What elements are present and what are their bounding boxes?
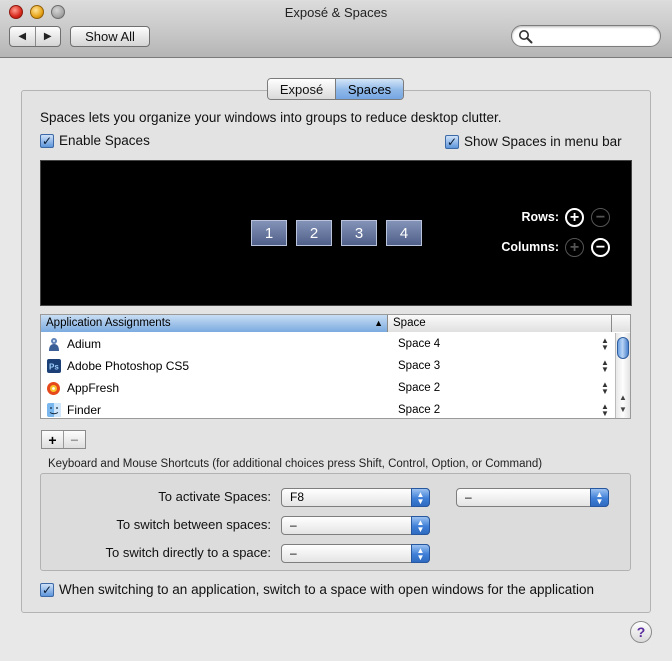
space-value[interactable]: Space 2 — [388, 404, 598, 416]
help-button[interactable]: ? — [630, 621, 652, 643]
checkmark-icon: ✓ — [40, 133, 54, 148]
updown-arrows-icon[interactable]: ▲ ▼ — [598, 403, 612, 418]
column-header-space[interactable]: Space — [388, 315, 612, 332]
popup-value: – — [290, 518, 297, 532]
column-header-application-label: Application Assignments — [46, 317, 171, 329]
popup-value: – — [290, 546, 297, 560]
photoshop-icon: Ps — [46, 359, 61, 374]
search-input[interactable] — [536, 28, 654, 44]
popup-value: – — [465, 490, 472, 504]
spaces-preview: 1 2 3 4 Rows: + − Columns: + − — [40, 160, 632, 306]
enable-spaces-label: Enable Spaces — [59, 133, 150, 148]
app-name: Finder — [67, 403, 102, 417]
tab-spaces[interactable]: Spaces — [336, 79, 403, 99]
app-name: AppFresh — [67, 381, 120, 395]
adium-icon — [46, 337, 61, 352]
activate-spaces-key-popup[interactable]: F8 ▲ ▼ — [281, 488, 430, 507]
scroll-up-arrow-icon[interactable]: ▲ — [616, 393, 630, 402]
back-button[interactable]: ◀ — [10, 27, 35, 46]
space-tile[interactable]: 4 — [386, 220, 422, 246]
popup-value: F8 — [290, 490, 305, 504]
show-in-menu-bar-checkbox[interactable]: ✓ Show Spaces in menu bar — [445, 134, 622, 149]
sort-ascending-icon: ▲ — [374, 318, 383, 328]
switch-between-popup[interactable]: – ▲ ▼ — [281, 516, 430, 535]
add-assignment-button[interactable]: + — [42, 431, 63, 448]
updown-arrows-icon[interactable]: ▲ ▼ — [598, 337, 612, 352]
switch-directly-popup[interactable]: – ▲ ▼ — [281, 544, 430, 563]
show-in-menu-bar-label: Show Spaces in menu bar — [464, 134, 622, 149]
finder-icon — [46, 403, 61, 418]
activate-spaces-mouse-popup[interactable]: – ▲ ▼ — [456, 488, 609, 507]
table-row[interactable]: AppFresh Space 2 ▲ ▼ — [41, 377, 615, 399]
app-cell: Finder — [41, 403, 388, 418]
switch-to-space-label: When switching to an application, switch… — [59, 582, 595, 597]
table-header: Application Assignments ▲ Space — [41, 315, 630, 332]
space-tile[interactable]: 3 — [341, 220, 377, 246]
columns-label: Columns: — [501, 240, 559, 254]
app-cell: Ps Adobe Photoshop CS5 — [41, 359, 388, 374]
updown-arrows-icon[interactable]: ▲ ▼ — [598, 381, 612, 396]
remove-row-button[interactable]: − — [591, 208, 610, 227]
scroll-down-arrow-icon[interactable]: ▼ — [616, 405, 630, 414]
history-nav: ◀ ▶ — [9, 26, 61, 47]
space-tile[interactable]: 1 — [251, 220, 287, 246]
popup-arrows-icon: ▲ ▼ — [411, 516, 430, 535]
space-value[interactable]: Space 2 — [388, 382, 598, 394]
search-field[interactable] — [511, 25, 661, 47]
app-cell: Adium — [41, 337, 388, 352]
show-all-button[interactable]: Show All — [70, 26, 150, 47]
title-bar: Exposé & Spaces ◀ ▶ Show All — [0, 0, 672, 58]
table-row[interactable]: Adium Space 4 ▲ ▼ — [41, 333, 615, 355]
description-text: Spaces lets you organize your windows in… — [40, 110, 502, 125]
table-row[interactable]: Finder Space 2 ▲ ▼ — [41, 399, 615, 418]
updown-arrows-icon[interactable]: ▲ ▼ — [598, 359, 612, 374]
app-name: Adium — [67, 337, 102, 351]
enable-spaces-checkbox[interactable]: ✓ Enable Spaces — [40, 133, 150, 148]
checkmark-icon: ✓ — [40, 582, 54, 597]
checkmark-icon: ✓ — [445, 134, 459, 149]
search-icon — [519, 30, 533, 44]
remove-assignment-button[interactable]: − — [63, 431, 85, 448]
space-tile[interactable]: 2 — [296, 220, 332, 246]
scrollbar-thumb[interactable] — [617, 337, 629, 359]
tab-bar: Exposé Spaces — [267, 78, 404, 100]
popup-arrows-icon: ▲ ▼ — [411, 488, 430, 507]
switch-to-space-checkbox[interactable]: ✓ When switching to an application, swit… — [40, 582, 594, 597]
shortcuts-heading: Keyboard and Mouse Shortcuts (for additi… — [48, 458, 543, 470]
activate-spaces-label: To activate Spaces: — [158, 489, 271, 504]
window-title: Exposé & Spaces — [284, 5, 388, 20]
add-column-button[interactable]: + — [565, 238, 584, 257]
app-cell: AppFresh — [41, 381, 388, 396]
switch-between-label: To switch between spaces: — [116, 517, 271, 532]
column-header-application[interactable]: Application Assignments ▲ — [41, 315, 388, 332]
switch-directly-label: To switch directly to a space: — [105, 545, 271, 560]
popup-arrows-icon: ▲ ▼ — [590, 488, 609, 507]
header-corner — [612, 315, 630, 332]
appfresh-icon — [46, 381, 61, 396]
application-assignments-table: Application Assignments ▲ Space Adium Sp… — [40, 314, 631, 419]
preferences-window: Exposé & Spaces ◀ ▶ Show All Exposé Spac… — [0, 0, 672, 661]
forward-button[interactable]: ▶ — [34, 27, 61, 46]
assignment-add-remove: + − — [41, 430, 86, 449]
remove-column-button[interactable]: − — [591, 238, 610, 257]
svg-text:Ps: Ps — [49, 363, 59, 372]
tab-expose[interactable]: Exposé — [268, 79, 336, 99]
add-row-button[interactable]: + — [565, 208, 584, 227]
space-value[interactable]: Space 4 — [388, 338, 598, 350]
popup-arrows-icon: ▲ ▼ — [411, 544, 430, 563]
table-scrollbar[interactable]: ▲ ▼ — [615, 333, 630, 418]
shortcuts-group: To activate Spaces: F8 ▲ ▼ – ▲ ▼ To switch… — [40, 473, 631, 571]
table-row[interactable]: Ps Adobe Photoshop CS5 Space 3 ▲ ▼ — [41, 355, 615, 377]
app-name: Adobe Photoshop CS5 — [67, 359, 190, 373]
rows-label: Rows: — [521, 210, 560, 224]
space-value[interactable]: Space 3 — [388, 360, 598, 372]
